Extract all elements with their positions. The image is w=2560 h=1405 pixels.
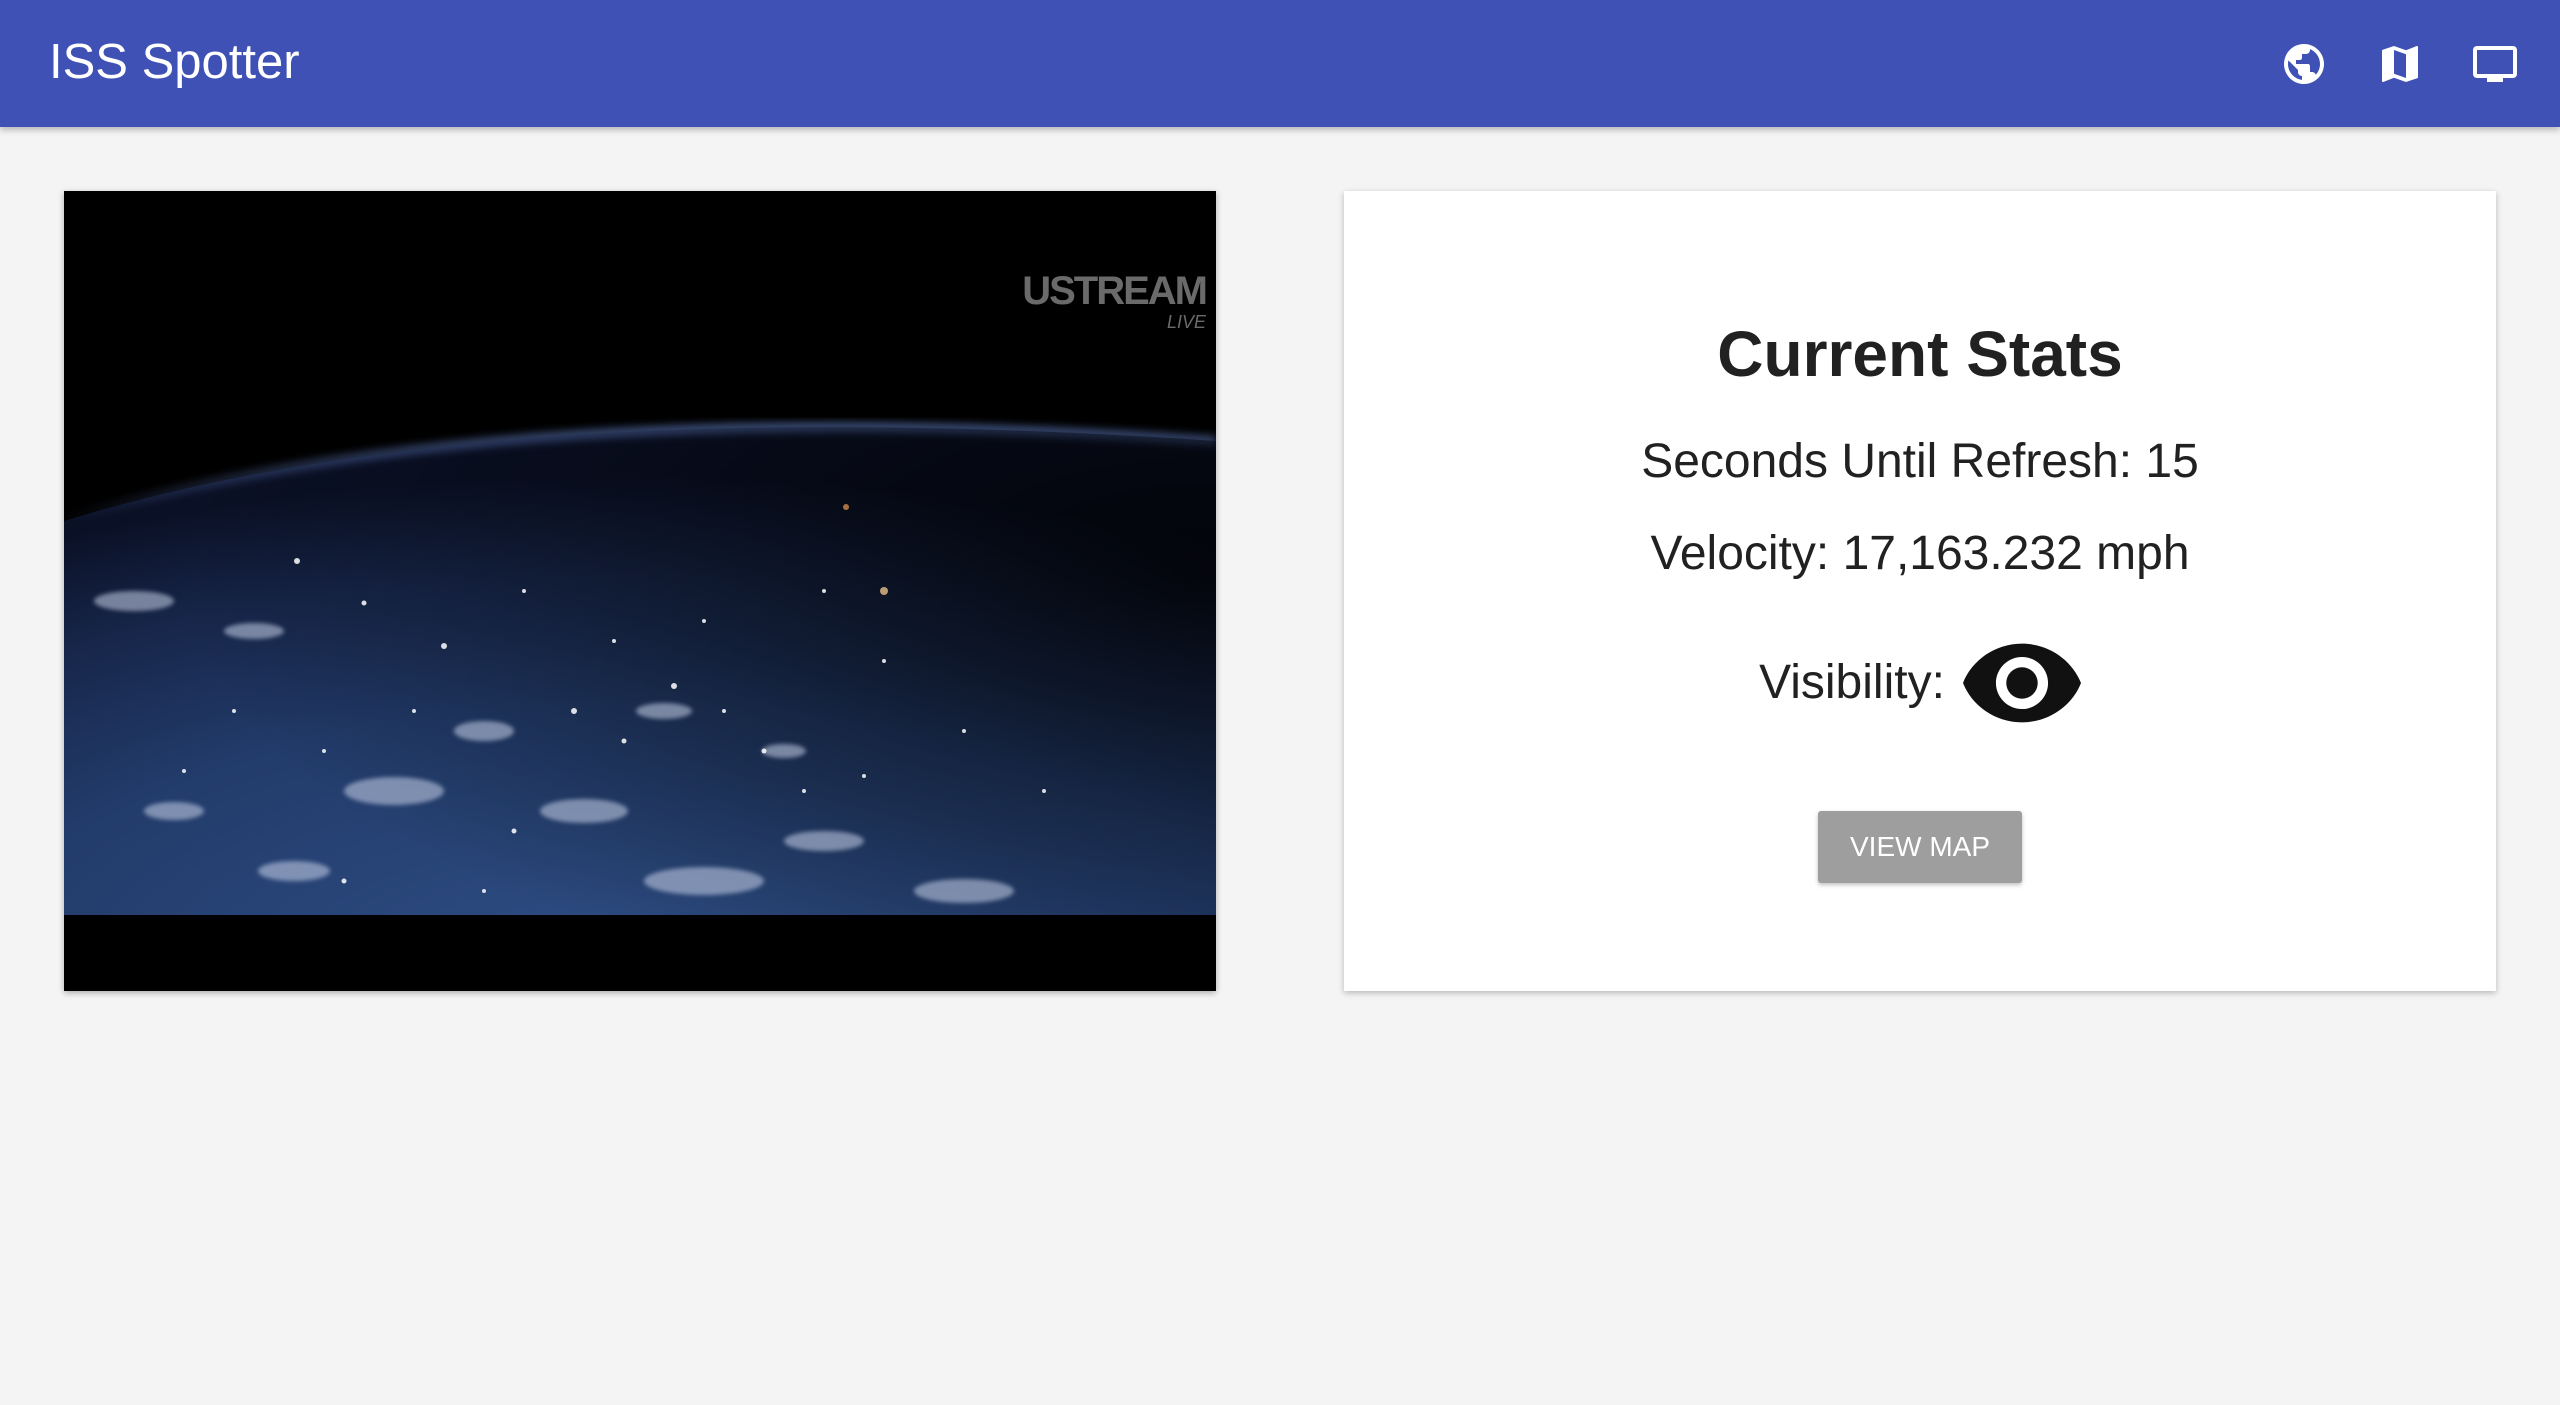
watermark-main-text: USTREAM bbox=[1022, 269, 1208, 313]
velocity-readout: Velocity: 17,163.232 mph bbox=[1650, 527, 2190, 580]
ustream-watermark: USTREAM LIVE bbox=[1022, 269, 1208, 332]
visibility-row: Visibility: bbox=[1344, 638, 2496, 728]
globe-icon[interactable] bbox=[2275, 35, 2332, 92]
map-icon[interactable] bbox=[2371, 35, 2428, 92]
app-title: ISS Spotter bbox=[49, 35, 300, 89]
refresh-countdown: Seconds Until Refresh: 15 bbox=[1641, 435, 2199, 488]
tv-icon[interactable] bbox=[2466, 35, 2523, 92]
eye-icon bbox=[1962, 643, 2081, 723]
view-map-button[interactable]: VIEW MAP bbox=[1818, 811, 2022, 883]
visibility-label: Visibility: bbox=[1759, 656, 1945, 709]
video-frame: USTREAM LIVE bbox=[64, 191, 1216, 915]
watermark-sub-text: LIVE bbox=[1166, 312, 1206, 332]
stats-title: Current Stats bbox=[1717, 318, 2123, 390]
live-video-player[interactable]: USTREAM LIVE bbox=[64, 191, 1216, 991]
app-bar: ISS Spotter bbox=[0, 0, 2560, 127]
